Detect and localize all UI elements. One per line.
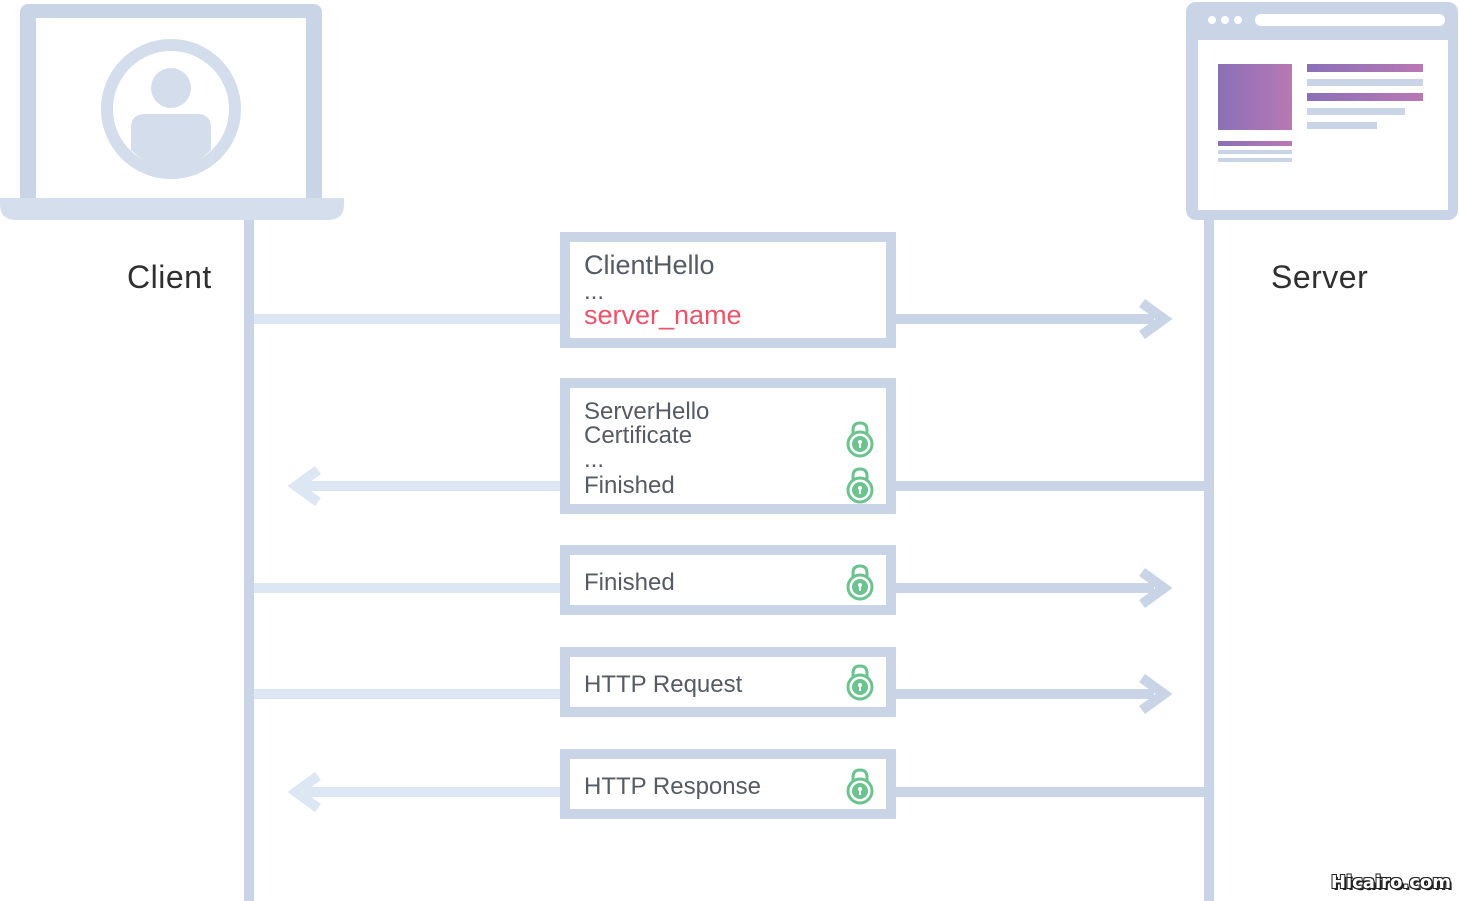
message-client-finished: Finished [560, 545, 896, 615]
message-line: HTTP Response [584, 773, 761, 800]
laptop-user-icon [0, 4, 344, 220]
message-line: Finished [584, 472, 675, 499]
message-line: ... [584, 446, 605, 473]
lock-icon [846, 768, 874, 805]
message-server-hello: ServerHello Certificate ... Finished [560, 378, 896, 514]
message-http-response: HTTP Response [560, 749, 896, 819]
lock-icon [846, 564, 874, 601]
message-line: Finished [584, 569, 675, 596]
lock-icon [846, 664, 874, 701]
message-http-request: HTTP Request [560, 647, 896, 717]
server-label: Server [1271, 259, 1369, 295]
tls-handshake-diagram: Client Server ClientHello ... server_nam… [0, 0, 1459, 901]
browser-window-icon [1186, 2, 1458, 220]
lock-icon [846, 421, 874, 458]
lock-icon [846, 467, 874, 504]
sni-server-name: server_name [584, 300, 742, 330]
message-line: ServerHello [584, 398, 710, 425]
message-client-hello: ClientHello ... server_name [560, 232, 896, 348]
message-line: Certificate [584, 422, 693, 449]
message-line: ClientHello [584, 250, 715, 280]
client-lifeline [244, 220, 254, 901]
client-label: Client [127, 259, 212, 295]
message-line: HTTP Request [584, 671, 743, 698]
watermark: Hicairo.com [1330, 872, 1451, 893]
server-lifeline [1204, 220, 1214, 901]
